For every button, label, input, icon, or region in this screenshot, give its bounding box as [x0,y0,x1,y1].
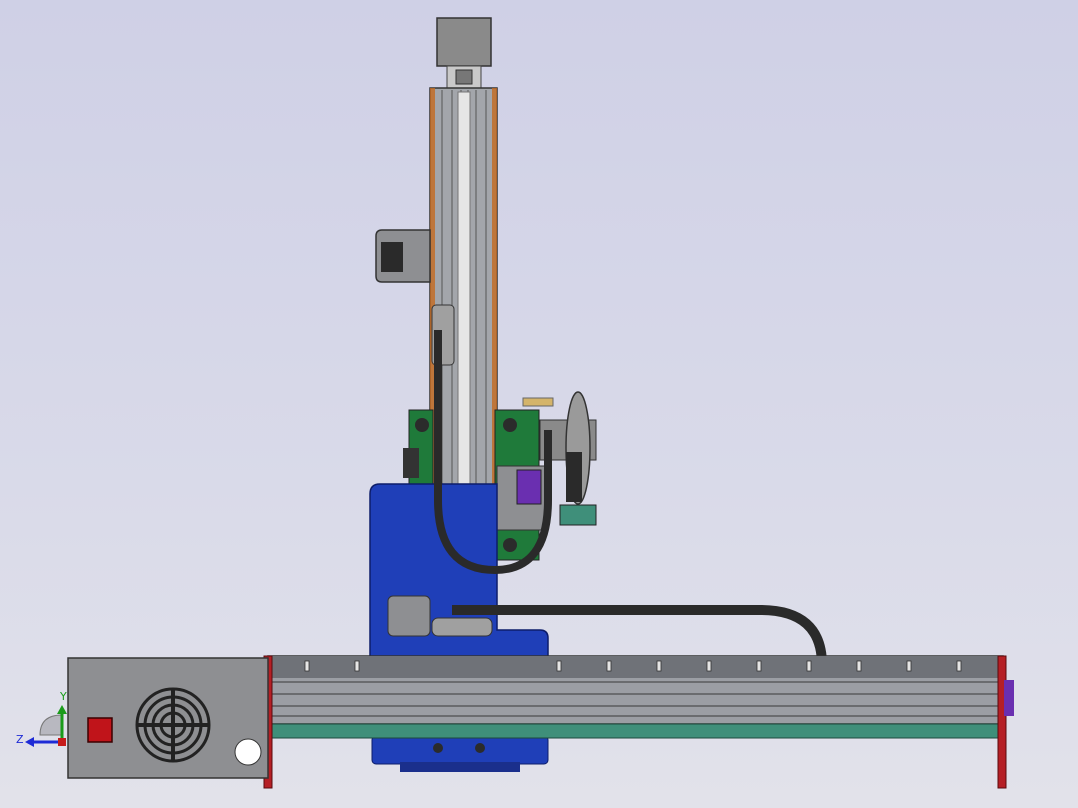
base-strip[interactable] [267,723,1004,739]
cad-scene[interactable]: Y Z [0,0,1078,808]
blue-lower-plate[interactable] [371,735,549,765]
fan-grille-icon [135,687,211,763]
z-stepper-motor[interactable] [436,17,492,67]
purple-bracket[interactable] [516,469,542,505]
power-button[interactable] [87,717,113,743]
y-axis-label: Y [59,690,67,703]
orientation-triad: Y Z [16,690,67,747]
z-axis-label: Z [16,733,24,746]
x-rail[interactable] [258,655,1014,789]
cad-viewport[interactable]: Y Z [0,0,1078,808]
triad-origin [58,738,66,746]
power-supply-unit[interactable] [67,657,269,779]
right-end-plate[interactable] [997,655,1007,789]
